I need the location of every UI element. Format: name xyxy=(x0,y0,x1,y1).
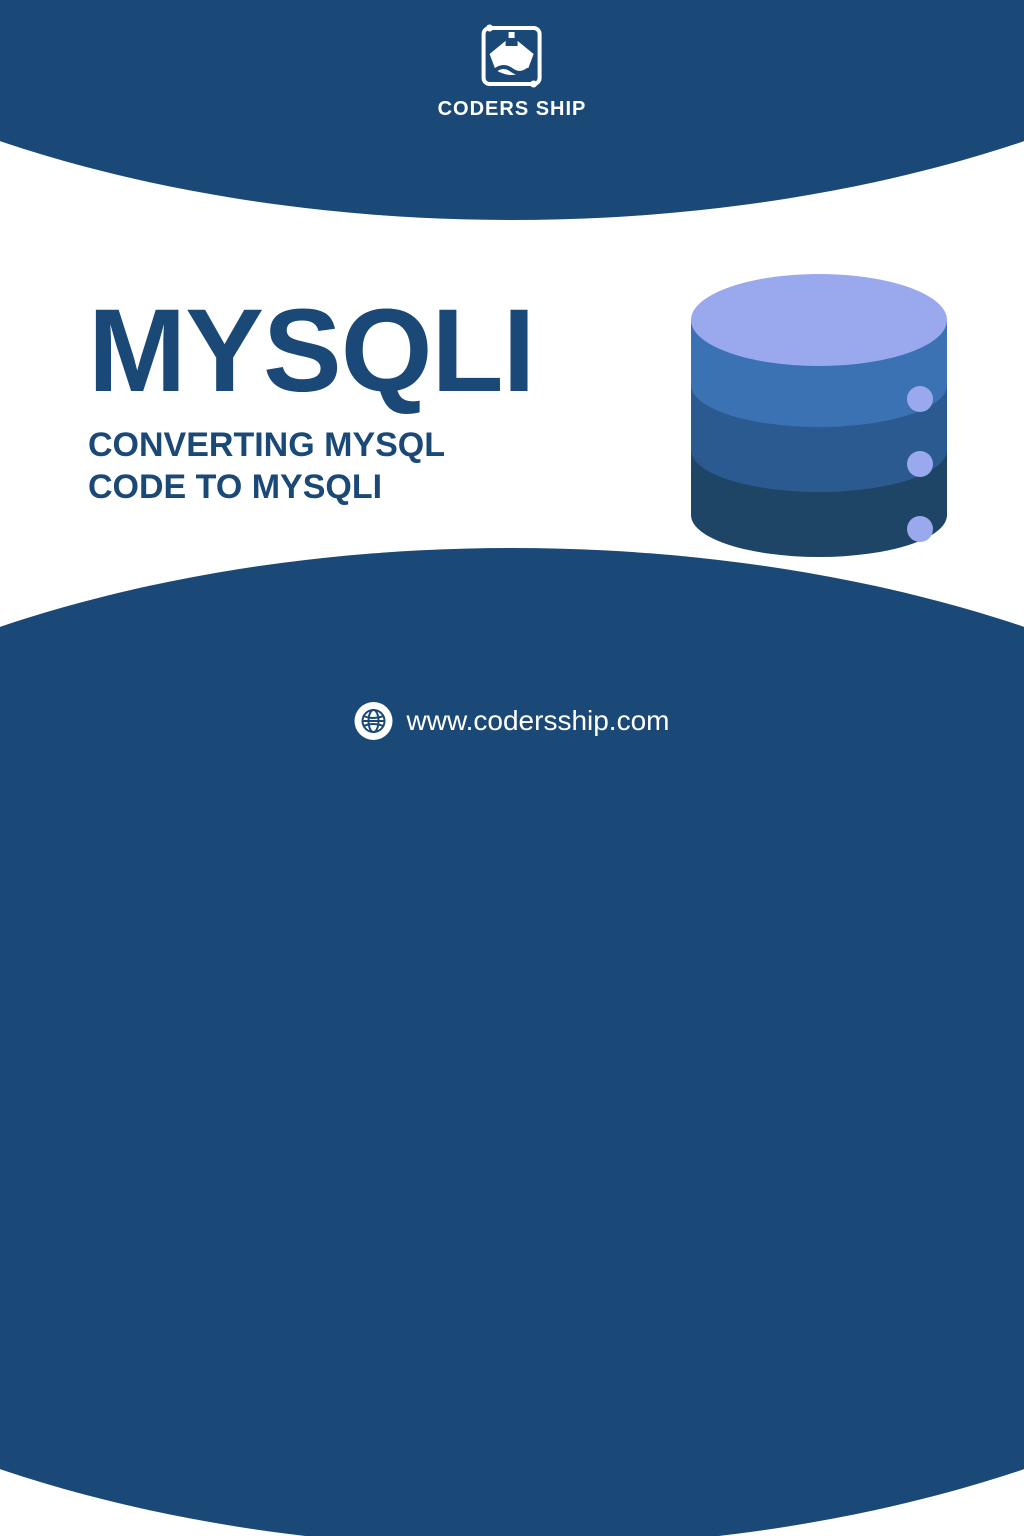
database-icon xyxy=(674,240,964,560)
brand-name: CODERS SHIP xyxy=(438,98,587,121)
brand-logo: CODERS SHIP xyxy=(438,20,587,121)
website-url: www.codersship.com xyxy=(407,705,670,737)
subtitle-line-2: CODE TO MYSQLI xyxy=(88,468,382,506)
ship-logo-icon xyxy=(438,20,587,92)
page-title: MYSQLI xyxy=(88,292,534,410)
footer: www.codersship.com xyxy=(355,702,670,740)
main-content: MYSQLI CONVERTING MYSQL CODE TO MYSQLI xyxy=(88,240,964,560)
bottom-arc-shape xyxy=(0,548,1024,1536)
page-subtitle: CONVERTING MYSQL CODE TO MYSQLI xyxy=(88,424,534,509)
subtitle-line-1: CONVERTING MYSQL xyxy=(88,426,445,464)
globe-icon xyxy=(355,702,393,740)
text-block: MYSQLI CONVERTING MYSQL CODE TO MYSQLI xyxy=(88,292,534,509)
